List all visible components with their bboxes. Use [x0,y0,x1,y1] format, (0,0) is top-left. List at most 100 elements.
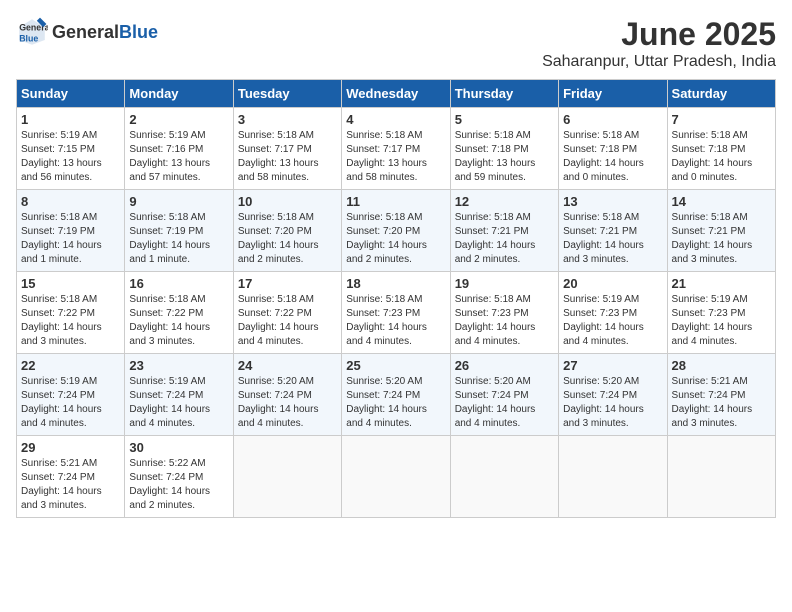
calendar-day-cell: 18 Sunrise: 5:18 AM Sunset: 7:23 PM Dayli… [342,272,450,354]
calendar-day-cell: 24 Sunrise: 5:20 AM Sunset: 7:24 PM Dayli… [233,354,341,436]
day-number: 13 [563,194,662,209]
calendar-day-cell: 27Sunrise: 5:20 AM Sunset: 7:24 PM Dayli… [559,354,667,436]
day-info: Sunrise: 5:18 AM Sunset: 7:23 PM Dayligh… [455,293,554,349]
calendar-day-cell: 10 Sunrise: 5:18 AM Sunset: 7:20 PM Dayli… [233,190,341,272]
day-number: 23 [129,358,228,373]
calendar-header-cell: Wednesday [342,80,450,108]
calendar-day-cell: 21 Sunrise: 5:19 AM Sunset: 7:23 PM Dayli… [667,272,775,354]
day-info: Sunrise: 5:18 AM Sunset: 7:18 PM Dayligh… [563,129,662,185]
day-info: Sunrise: 5:19 AM Sunset: 7:16 PM Dayligh… [129,129,228,185]
day-info: Sunrise: 5:18 AM Sunset: 7:22 PM Dayligh… [238,293,337,349]
day-info: Sunrise: 5:21 AM Sunset: 7:24 PM Dayligh… [672,375,771,431]
calendar-day-cell: 1Sunrise: 5:19 AM Sunset: 7:15 PM Daylig… [17,108,125,190]
day-number: 1 [21,112,120,127]
calendar-week-row: 22 Sunrise: 5:19 AM Sunset: 7:24 PM Dayli… [17,354,776,436]
day-number: 25 [346,358,445,373]
day-number: 29 [21,440,120,455]
calendar-day-cell: 26 Sunrise: 5:20 AM Sunset: 7:24 PM Dayli… [450,354,558,436]
calendar-header-cell: Monday [125,80,233,108]
day-info: Sunrise: 5:18 AM Sunset: 7:17 PM Dayligh… [238,129,337,185]
calendar-day-cell: 12 Sunrise: 5:18 AM Sunset: 7:21 PM Dayli… [450,190,558,272]
calendar-day-cell [233,436,341,518]
day-number: 3 [238,112,337,127]
day-number: 20 [563,276,662,291]
day-info: Sunrise: 5:18 AM Sunset: 7:23 PM Dayligh… [346,293,445,349]
calendar-day-cell: 29 Sunrise: 5:21 AM Sunset: 7:24 PM Dayli… [17,436,125,518]
logo: General Blue General Blue [16,16,158,48]
day-number: 11 [346,194,445,209]
day-number: 28 [672,358,771,373]
day-info: Sunrise: 5:18 AM Sunset: 7:21 PM Dayligh… [455,211,554,267]
day-number: 15 [21,276,120,291]
page-subtitle: Saharanpur, Uttar Pradesh, India [542,53,776,71]
calendar-week-row: 29 Sunrise: 5:21 AM Sunset: 7:24 PM Dayli… [17,436,776,518]
calendar-day-cell: 11Sunrise: 5:18 AM Sunset: 7:20 PM Dayli… [342,190,450,272]
day-number: 6 [563,112,662,127]
calendar-day-cell: 6 Sunrise: 5:18 AM Sunset: 7:18 PM Daylig… [559,108,667,190]
day-number: 2 [129,112,228,127]
day-info: Sunrise: 5:20 AM Sunset: 7:24 PM Dayligh… [455,375,554,431]
day-info: Sunrise: 5:18 AM Sunset: 7:22 PM Dayligh… [21,293,120,349]
calendar-body: 1Sunrise: 5:19 AM Sunset: 7:15 PM Daylig… [17,108,776,518]
calendar-day-cell [559,436,667,518]
day-info: Sunrise: 5:20 AM Sunset: 7:24 PM Dayligh… [238,375,337,431]
calendar-day-cell: 5 Sunrise: 5:18 AM Sunset: 7:18 PM Daylig… [450,108,558,190]
calendar-day-cell: 15 Sunrise: 5:18 AM Sunset: 7:22 PM Dayli… [17,272,125,354]
calendar-day-cell: 22Sunrise: 5:19 AM Sunset: 7:24 PM Dayli… [17,354,125,436]
header: General Blue General Blue June 2025 Saha… [16,16,776,71]
day-info: Sunrise: 5:18 AM Sunset: 7:18 PM Dayligh… [672,129,771,185]
day-info: Sunrise: 5:19 AM Sunset: 7:23 PM Dayligh… [563,293,662,349]
day-number: 4 [346,112,445,127]
day-info: Sunrise: 5:19 AM Sunset: 7:23 PM Dayligh… [672,293,771,349]
day-info: Sunrise: 5:18 AM Sunset: 7:19 PM Dayligh… [21,211,120,267]
day-number: 26 [455,358,554,373]
day-number: 24 [238,358,337,373]
calendar-day-cell: 16 Sunrise: 5:18 AM Sunset: 7:22 PM Dayli… [125,272,233,354]
day-info: Sunrise: 5:19 AM Sunset: 7:24 PM Dayligh… [129,375,228,431]
calendar-day-cell: 20 Sunrise: 5:19 AM Sunset: 7:23 PM Dayli… [559,272,667,354]
day-number: 16 [129,276,228,291]
day-number: 7 [672,112,771,127]
day-info: Sunrise: 5:22 AM Sunset: 7:24 PM Dayligh… [129,457,228,513]
calendar-week-row: 8Sunrise: 5:18 AM Sunset: 7:19 PM Daylig… [17,190,776,272]
day-number: 5 [455,112,554,127]
calendar-day-cell [342,436,450,518]
day-info: Sunrise: 5:18 AM Sunset: 7:22 PM Dayligh… [129,293,228,349]
title-area: June 2025 Saharanpur, Uttar Pradesh, Ind… [542,16,776,71]
svg-text:Blue: Blue [19,34,38,44]
day-info: Sunrise: 5:18 AM Sunset: 7:18 PM Dayligh… [455,129,554,185]
day-number: 18 [346,276,445,291]
day-info: Sunrise: 5:18 AM Sunset: 7:21 PM Dayligh… [672,211,771,267]
day-number: 14 [672,194,771,209]
logo-blue: Blue [119,22,158,43]
logo-icon: General Blue [16,16,48,48]
day-info: Sunrise: 5:18 AM Sunset: 7:17 PM Dayligh… [346,129,445,185]
day-number: 19 [455,276,554,291]
calendar-header-cell: Sunday [17,80,125,108]
calendar-day-cell: 17Sunrise: 5:18 AM Sunset: 7:22 PM Dayli… [233,272,341,354]
calendar-header-cell: Tuesday [233,80,341,108]
day-info: Sunrise: 5:21 AM Sunset: 7:24 PM Dayligh… [21,457,120,513]
calendar-day-cell [667,436,775,518]
day-number: 10 [238,194,337,209]
day-number: 21 [672,276,771,291]
logo-general: General [52,22,119,43]
day-info: Sunrise: 5:18 AM Sunset: 7:21 PM Dayligh… [563,211,662,267]
day-info: Sunrise: 5:20 AM Sunset: 7:24 PM Dayligh… [346,375,445,431]
day-info: Sunrise: 5:20 AM Sunset: 7:24 PM Dayligh… [563,375,662,431]
calendar-header-row: SundayMondayTuesdayWednesdayThursdayFrid… [17,80,776,108]
calendar-header-cell: Saturday [667,80,775,108]
calendar-day-cell: 4 Sunrise: 5:18 AM Sunset: 7:17 PM Daylig… [342,108,450,190]
calendar-day-cell: 25 Sunrise: 5:20 AM Sunset: 7:24 PM Dayli… [342,354,450,436]
calendar-day-cell [450,436,558,518]
calendar-week-row: 15 Sunrise: 5:18 AM Sunset: 7:22 PM Dayli… [17,272,776,354]
day-number: 22 [21,358,120,373]
calendar-header-cell: Thursday [450,80,558,108]
calendar-day-cell: 3 Sunrise: 5:18 AM Sunset: 7:17 PM Daylig… [233,108,341,190]
day-number: 12 [455,194,554,209]
day-info: Sunrise: 5:18 AM Sunset: 7:20 PM Dayligh… [238,211,337,267]
calendar-day-cell: 28 Sunrise: 5:21 AM Sunset: 7:24 PM Dayli… [667,354,775,436]
calendar-table: SundayMondayTuesdayWednesdayThursdayFrid… [16,79,776,518]
day-number: 9 [129,194,228,209]
calendar-day-cell: 8Sunrise: 5:18 AM Sunset: 7:19 PM Daylig… [17,190,125,272]
